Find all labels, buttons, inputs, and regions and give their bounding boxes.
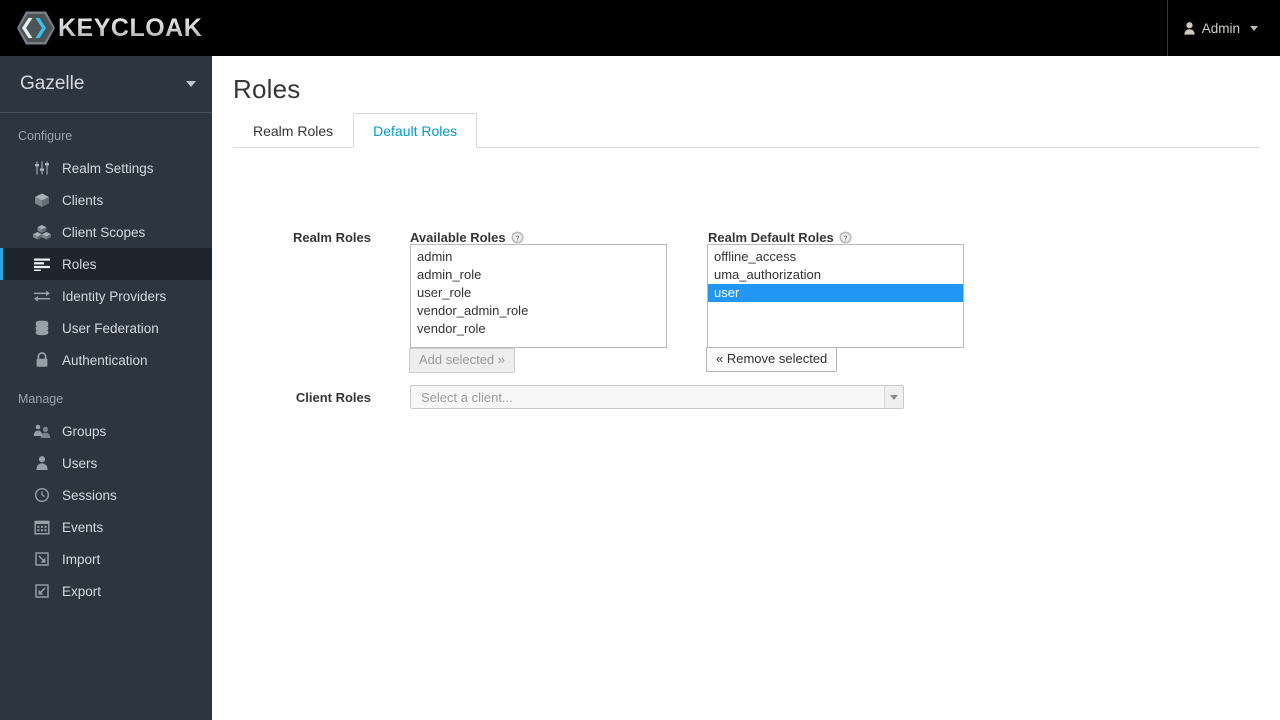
sidebar-item-label: Authentication <box>62 352 148 368</box>
cubes-icon <box>33 224 51 240</box>
sidebar: Gazelle Configure Realm Settings Clients… <box>0 56 212 720</box>
sidebar-item-label: Groups <box>62 423 107 439</box>
list-item[interactable]: vendor_admin_role <box>411 302 666 320</box>
chevron-down-icon <box>1250 25 1258 31</box>
available-roles-label: Available Roles ? <box>410 230 524 245</box>
header-divider <box>1167 0 1168 56</box>
main-content: Roles Realm Roles Default Roles Realm Ro… <box>212 56 1280 720</box>
user-icon <box>1184 21 1195 35</box>
sidebar-item-roles[interactable]: Roles <box>0 248 212 280</box>
sidebar-item-import[interactable]: Import <box>0 543 212 575</box>
list-item[interactable]: admin_role <box>411 266 666 284</box>
sidebar-item-label: Realm Settings <box>62 160 154 176</box>
brand-title: KEYCLOAK <box>58 10 202 46</box>
sidebar-item-label: Clients <box>62 192 104 208</box>
sidebar-item-label: Roles <box>62 256 97 272</box>
calendar-icon <box>33 519 51 535</box>
keycloak-hexagon-logo <box>16 10 56 46</box>
list-item-selected[interactable]: user <box>708 284 963 302</box>
user-menu-label: Admin <box>1201 20 1240 36</box>
realm-roles-label: Realm Roles <box>292 230 371 245</box>
question-circle-icon[interactable]: ? <box>511 231 524 244</box>
sidebar-item-users[interactable]: Users <box>0 447 212 479</box>
sliders-icon <box>33 160 51 176</box>
add-selected-button[interactable]: Add selected » <box>409 348 516 373</box>
sidebar-section-manage-label: Manage <box>18 392 64 406</box>
user-icon <box>33 455 51 471</box>
sidebar-item-identity-providers[interactable]: Identity Providers <box>0 280 212 312</box>
sidebar-item-label: Export <box>62 583 102 599</box>
top-header-bar: KEYCLOAK Admin <box>0 0 1280 56</box>
database-icon <box>33 320 51 336</box>
sidebar-item-label: Sessions <box>62 487 117 503</box>
client-roles-label: Client Roles <box>295 390 371 405</box>
chevron-down-icon <box>186 81 196 87</box>
sidebar-item-label: Users <box>62 455 98 471</box>
client-select[interactable]: Select a client... <box>410 385 904 409</box>
list-item[interactable]: vendor_role <box>411 320 666 338</box>
client-select-arrow-box[interactable] <box>884 386 903 408</box>
list-rows-icon <box>33 256 51 272</box>
client-select-value: Select a client... <box>421 389 513 405</box>
sidebar-item-authentication[interactable]: Authentication <box>0 344 212 376</box>
realm-default-roles-label-text: Realm Default Roles <box>708 230 834 245</box>
import-arrow-icon <box>33 551 51 567</box>
sidebar-section-configure-label: Configure <box>18 129 73 143</box>
sidebar-item-clients[interactable]: Clients <box>0 184 212 216</box>
realm-selector[interactable]: Gazelle <box>0 56 212 113</box>
sidebar-item-events[interactable]: Events <box>0 511 212 543</box>
page-title: Roles <box>233 74 301 104</box>
list-item[interactable]: user_role <box>411 284 666 302</box>
list-item[interactable]: offline_access <box>708 248 963 266</box>
caret-down-icon <box>890 394 898 400</box>
sidebar-item-label: Client Scopes <box>62 224 146 240</box>
sidebar-item-user-federation[interactable]: User Federation <box>0 312 212 344</box>
sidebar-item-sessions[interactable]: Sessions <box>0 479 212 511</box>
available-roles-listbox[interactable]: admin admin_role user_role vendor_admin_… <box>410 244 667 348</box>
lock-icon <box>33 352 51 368</box>
sidebar-item-export[interactable]: Export <box>0 575 212 607</box>
sidebar-item-realm-settings[interactable]: Realm Settings <box>0 152 212 184</box>
svg-text:?: ? <box>515 235 519 242</box>
export-arrow-icon <box>33 583 51 599</box>
sidebar-item-label: Events <box>62 519 104 535</box>
realm-selector-label: Gazelle <box>20 73 85 94</box>
sidebar-item-label: User Federation <box>62 320 159 336</box>
realm-default-roles-listbox[interactable]: offline_access uma_authorization user <box>707 244 964 348</box>
question-circle-icon[interactable]: ? <box>839 231 852 244</box>
svg-text:?: ? <box>843 235 847 242</box>
list-item[interactable]: admin <box>411 248 666 266</box>
users-group-icon <box>33 423 51 439</box>
brand-logo[interactable]: KEYCLOAK <box>16 8 202 48</box>
remove-selected-button[interactable]: « Remove selected <box>706 347 838 372</box>
sidebar-item-label: Import <box>62 551 101 567</box>
tab-realm-roles[interactable]: Realm Roles <box>233 113 353 148</box>
list-item[interactable]: uma_authorization <box>708 266 963 284</box>
clock-icon <box>33 487 51 503</box>
sidebar-item-client-scopes[interactable]: Client Scopes <box>0 216 212 248</box>
tab-bar: Realm Roles Default Roles <box>233 112 1260 148</box>
available-roles-label-text: Available Roles <box>410 230 506 245</box>
sidebar-item-label: Identity Providers <box>62 288 167 304</box>
tab-default-roles[interactable]: Default Roles <box>353 113 478 148</box>
sidebar-item-groups[interactable]: Groups <box>0 415 212 447</box>
cube-icon <box>33 192 51 208</box>
user-menu[interactable]: Admin <box>1184 0 1258 56</box>
exchange-arrows-icon <box>33 288 51 304</box>
realm-default-roles-label: Realm Default Roles ? <box>708 230 852 245</box>
